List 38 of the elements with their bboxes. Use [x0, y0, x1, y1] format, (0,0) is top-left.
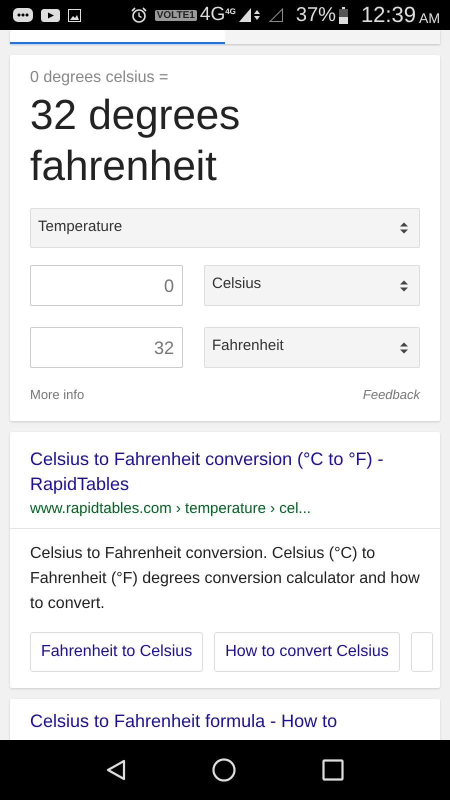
play-icon: [41, 8, 60, 22]
message-icon: [13, 8, 33, 22]
dropdown-arrows-icon: [399, 222, 409, 234]
conversion-answer: 32 degrees fahrenheit: [30, 90, 242, 191]
result-title-link[interactable]: Celsius to Fahrenheit formula - How to: [30, 709, 420, 734]
dropdown-value: Fahrenheit: [212, 337, 284, 354]
value-input[interactable]: 0: [30, 265, 183, 306]
home-icon[interactable]: [212, 758, 236, 782]
back-icon[interactable]: [106, 759, 126, 781]
related-chip[interactable]: How to convert Celsius: [214, 632, 400, 672]
signal-icon: [238, 8, 251, 22]
recents-icon[interactable]: [322, 759, 344, 781]
unit-dropdown[interactable]: Celsius: [204, 265, 420, 306]
volte-badge: VOLTE1: [154, 10, 197, 20]
feedback-link[interactable]: Feedback: [362, 387, 420, 402]
result-title-link[interactable]: Celsius to Fahrenheit conversion (°C to °F) - RapidTables: [30, 447, 420, 497]
unit-dropdown[interactable]: Fahrenheit: [204, 327, 420, 368]
result-snippet: Celsius to Fahrenheit conversion. Celsius (°C) to Fahrenheit (°F) degrees conversion calculator and how to convert.: [30, 544, 421, 614]
dropdown-arrows-icon: [399, 342, 409, 354]
battery-percent: 37%: [296, 4, 336, 26]
dropdown-value: Celsius: [212, 275, 262, 292]
value-input[interactable]: 32: [30, 327, 183, 368]
network-type: 4G: [200, 4, 226, 26]
clock-time: 12:39: [360, 2, 416, 28]
category-dropdown[interactable]: Temperature: [30, 208, 420, 248]
image-icon: [68, 8, 81, 22]
signal-empty-icon: [268, 8, 283, 22]
network-type-small: 4G: [225, 7, 236, 16]
more-info-link[interactable]: More info: [30, 387, 84, 402]
dropdown-arrows-icon: [399, 280, 409, 292]
clock-meridiem: AM: [419, 10, 440, 26]
alarm-icon: [130, 7, 147, 23]
dropdown-value: Temperature: [38, 218, 122, 234]
conversion-question: 0 degrees celsius =: [30, 69, 170, 87]
data-arrows-icon: [254, 9, 260, 21]
related-chip[interactable]: Fahrenheit to Celsius: [30, 632, 204, 672]
result-url: www.rapidtables.com › temperature › cel...: [30, 500, 312, 517]
battery-icon: [338, 6, 348, 24]
